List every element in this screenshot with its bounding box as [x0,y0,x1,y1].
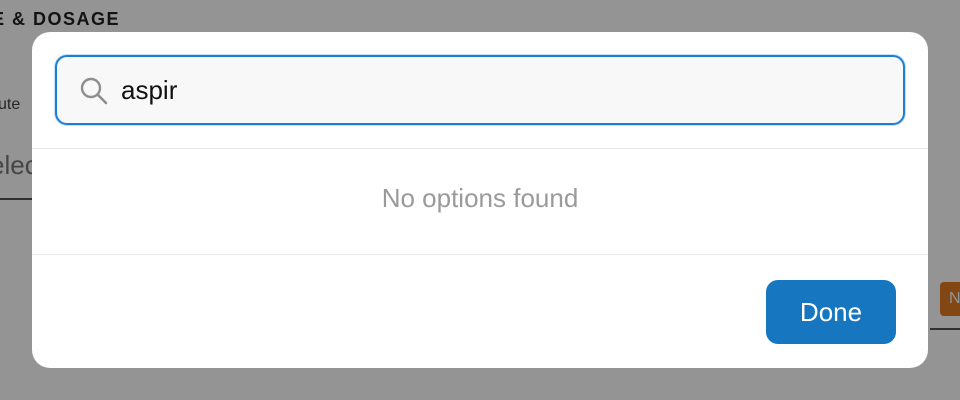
page: E & DOSAGE ute elec N No options found D… [0,0,960,400]
empty-results-message: No options found [381,183,579,213]
option-picker-dialog: No options found Done [32,32,928,368]
divider [32,148,928,149]
search-field[interactable] [55,55,905,125]
done-button[interactable]: Done [766,280,896,344]
divider [32,254,928,255]
search-icon [79,76,109,106]
search-input[interactable] [121,67,881,113]
